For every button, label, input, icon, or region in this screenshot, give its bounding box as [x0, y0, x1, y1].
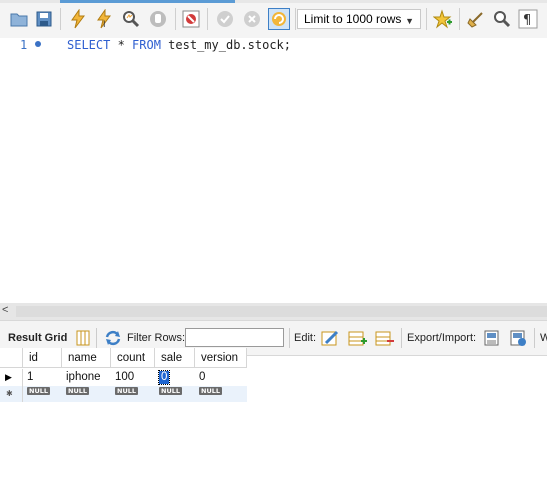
toolbar-accent-line: [60, 0, 235, 3]
cell-id-null[interactable]: NULL: [23, 386, 62, 402]
execute-current-icon[interactable]: I: [94, 8, 114, 29]
import-icon[interactable]: [508, 329, 528, 347]
toolbar-separator: [401, 328, 402, 348]
toolbar-separator: [459, 8, 460, 30]
cell-name-null[interactable]: NULL: [62, 386, 111, 402]
sql-editor[interactable]: 1 SELECT * FROM test_my_db.stock;: [0, 38, 547, 303]
open-folder-icon[interactable]: [9, 9, 29, 29]
null-badge: NULL: [199, 387, 223, 395]
sql-editor-toolbar: I Limit to 1000 rows ▼ ¶: [0, 0, 547, 38]
cell-version-null[interactable]: NULL: [195, 386, 247, 402]
beautify-icon[interactable]: [466, 9, 486, 29]
toolbar-separator: [60, 8, 61, 30]
explain-icon[interactable]: [121, 9, 141, 29]
find-icon[interactable]: [492, 9, 512, 29]
cell-sale-selected[interactable]: 0: [155, 369, 195, 386]
line-number: 1: [20, 38, 28, 52]
statement-marker-icon: [35, 41, 41, 47]
edit-row-icon[interactable]: [320, 329, 340, 347]
cell-sale-null[interactable]: NULL: [155, 386, 195, 402]
chevron-down-icon: ▼: [405, 16, 414, 26]
svg-text:I: I: [103, 19, 106, 29]
scrollbar-thumb[interactable]: [16, 306, 547, 317]
column-header-id[interactable]: id: [23, 348, 62, 368]
cell-count-null[interactable]: NULL: [111, 386, 155, 402]
filter-rows-label: Filter Rows:: [127, 332, 186, 344]
sql-table-name: test_my_db.stock;: [160, 38, 291, 52]
cell-name[interactable]: iphone: [62, 369, 111, 386]
sql-keyword-select: SELECT: [67, 38, 111, 52]
refresh-icon[interactable]: [103, 329, 123, 347]
current-row-indicator-icon[interactable]: ▶: [0, 369, 23, 386]
null-badge: NULL: [27, 387, 51, 395]
svg-text:¶: ¶: [523, 13, 531, 28]
bookmark-add-icon[interactable]: [432, 9, 453, 29]
invisible-chars-icon[interactable]: ¶: [518, 9, 538, 29]
sql-statement[interactable]: SELECT * FROM test_my_db.stock;: [67, 38, 291, 52]
toolbar-separator: [426, 8, 427, 30]
toolbar-separator: [289, 328, 290, 348]
toolbar-separator: [96, 328, 97, 348]
sql-wildcard: *: [110, 38, 133, 52]
cell-count[interactable]: 100: [111, 369, 155, 386]
limit-rows-select[interactable]: Limit to 1000 rows ▼: [297, 9, 421, 29]
column-header-version[interactable]: version: [195, 348, 247, 368]
toolbar-separator: [295, 8, 296, 30]
scroll-left-icon[interactable]: <: [2, 304, 8, 316]
toolbar-separator: [534, 328, 535, 348]
autocommit-icon[interactable]: [268, 8, 290, 30]
column-header-sale[interactable]: sale: [155, 348, 195, 368]
null-badge: NULL: [66, 387, 90, 395]
insert-row-icon[interactable]: [347, 329, 367, 347]
grid-corner-header: [0, 348, 23, 368]
stop-icon[interactable]: [148, 9, 168, 29]
commit-icon[interactable]: [215, 9, 235, 29]
null-badge: NULL: [159, 387, 183, 395]
export-import-label: Export/Import:: [407, 332, 477, 344]
column-header-name[interactable]: name: [62, 348, 111, 368]
cell-version[interactable]: 0: [195, 369, 247, 386]
limit-rows-label: Limit to 1000 rows: [304, 12, 402, 26]
wrap-cell-label-truncated: W: [540, 332, 547, 344]
editor-horizontal-scrollbar[interactable]: <: [0, 303, 547, 320]
edit-label: Edit:: [294, 332, 317, 344]
toolbar-separator: [207, 8, 208, 30]
cell-id[interactable]: 1: [23, 369, 62, 386]
column-header-count[interactable]: count: [111, 348, 155, 368]
toolbar-separator: [175, 8, 176, 30]
filter-rows-input[interactable]: [185, 328, 284, 347]
selected-cell-value: 0: [157, 370, 171, 385]
result-grid-tab[interactable]: Result Grid: [8, 332, 67, 344]
new-row-indicator-icon[interactable]: ✱: [0, 386, 23, 402]
grid-layout-icon[interactable]: [74, 329, 94, 347]
save-icon[interactable]: [34, 9, 54, 29]
execute-icon[interactable]: [68, 8, 88, 29]
export-icon[interactable]: [482, 329, 502, 347]
rollback-icon[interactable]: [242, 9, 262, 29]
sql-keyword-from: FROM: [132, 38, 161, 52]
delete-row-icon[interactable]: [374, 329, 394, 347]
toggle-error-icon[interactable]: [181, 9, 201, 29]
null-badge: NULL: [115, 387, 139, 395]
